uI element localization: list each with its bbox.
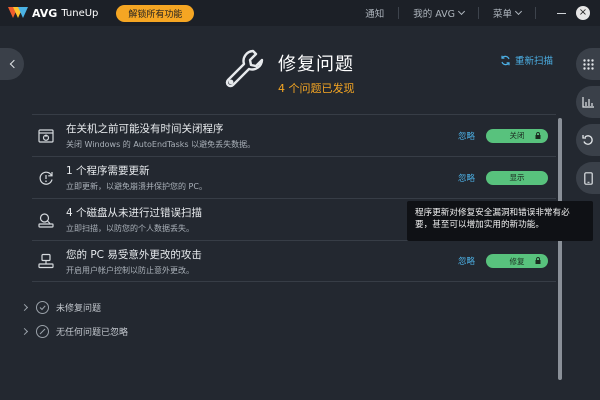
product-name: TuneUp bbox=[61, 7, 99, 19]
notifications-link[interactable]: 通知 bbox=[365, 6, 384, 20]
back-button[interactable] bbox=[0, 48, 24, 80]
rescan-label: 重新扫描 bbox=[515, 56, 554, 67]
rescue-center-button[interactable] bbox=[576, 124, 600, 156]
main-menu[interactable]: 菜单 bbox=[492, 6, 523, 20]
app-logo: AVG TuneUp bbox=[8, 7, 98, 20]
undo-icon bbox=[582, 135, 593, 145]
nav-divider bbox=[535, 7, 536, 19]
issue-text: 1 个程序需要更新 立即更新，以避免崩溃并保护您的 PC。 bbox=[66, 163, 556, 192]
disable-autoendtasks-button[interactable]: 关闭 bbox=[486, 128, 548, 143]
action-label: 修复 bbox=[509, 256, 525, 266]
menu-label: 菜单 bbox=[492, 9, 512, 20]
lock-icon bbox=[535, 257, 541, 264]
issue-title: 在关机之前可能没有时间关闭程序 bbox=[66, 123, 224, 135]
close-button[interactable]: × bbox=[572, 0, 594, 26]
issue-row: 在关机之前可能没有时间关闭程序 关闭 Windows 的 AutoEndTask… bbox=[32, 114, 556, 156]
ignored-issues-section[interactable]: 无任何问题已忽略 bbox=[20, 325, 129, 338]
tooltip: 程序更新对修复安全漏洞和错误非常有必要，甚至可以增加实用的新功能。 bbox=[407, 201, 593, 241]
scrollbar[interactable] bbox=[558, 118, 562, 380]
update-icon bbox=[39, 171, 53, 185]
issue-description: 开启用户帐户控制以防止意外更改。 bbox=[66, 265, 194, 275]
fix-uac-button[interactable]: 修复 bbox=[486, 254, 548, 268]
check-circle-icon bbox=[36, 301, 49, 314]
issue-text: 您的 PC 易受意外更改的攻击 开启用户帐户控制以防止意外更改。 bbox=[66, 247, 556, 276]
mobile-device-button[interactable] bbox=[576, 162, 600, 194]
close-icon: × bbox=[576, 6, 590, 20]
lock-icon bbox=[535, 131, 541, 139]
ignored-icon bbox=[36, 325, 49, 338]
chevron-down-icon bbox=[514, 7, 523, 16]
issues-found-count: 4 个问题已发现 bbox=[278, 82, 355, 95]
my-avg-menu[interactable]: 我的 AVG bbox=[413, 6, 466, 20]
disk-scan-icon bbox=[38, 212, 54, 228]
ignored-issues-label: 无任何问题已忽略 bbox=[56, 328, 129, 338]
issue-title: 1 个程序需要更新 bbox=[66, 165, 150, 177]
ignore-link[interactable]: 忽略 bbox=[458, 255, 475, 267]
unfixed-issues-section[interactable]: 未修复问题 bbox=[20, 301, 102, 314]
bar-chart-icon bbox=[582, 96, 594, 108]
action-label: 关闭 bbox=[509, 131, 525, 140]
action-label: 显示 bbox=[509, 173, 525, 182]
avg-logo-icon bbox=[8, 7, 28, 19]
chevron-left-icon bbox=[9, 59, 18, 69]
issue-row: 1 个程序需要更新 立即更新，以避免崩溃并保护您的 PC。 忽略 显示 bbox=[32, 156, 556, 198]
show-updates-button[interactable]: 显示 bbox=[486, 170, 548, 185]
wrench-icon bbox=[225, 49, 264, 88]
title-block: 修复问题 4 个问题已发现 bbox=[278, 50, 355, 96]
grid-icon bbox=[582, 58, 594, 70]
side-toolbar bbox=[576, 48, 600, 200]
uac-icon bbox=[38, 253, 54, 269]
ignore-link[interactable]: 忽略 bbox=[458, 130, 475, 142]
nav-divider bbox=[398, 7, 400, 19]
ignore-link[interactable]: 忽略 bbox=[458, 172, 475, 184]
minimize-icon bbox=[556, 12, 566, 14]
nav-divider bbox=[477, 7, 479, 19]
phone-icon bbox=[583, 171, 593, 185]
issues-list: 在关机之前可能没有时间关闭程序 关闭 Windows 的 AutoEndTask… bbox=[32, 114, 556, 282]
shutdown-icon bbox=[38, 128, 54, 143]
performance-stats-button[interactable] bbox=[576, 86, 600, 118]
issue-text: 在关机之前可能没有时间关闭程序 关闭 Windows 的 AutoEndTask… bbox=[66, 121, 556, 150]
chevron-right-icon bbox=[20, 303, 29, 312]
top-nav: 通知 我的 AVG 菜单 × bbox=[365, 0, 600, 26]
chevron-down-icon bbox=[457, 7, 466, 16]
issue-description: 立即更新，以避免崩溃并保护您的 PC。 bbox=[66, 182, 207, 191]
refresh-icon bbox=[501, 55, 510, 65]
my-avg-label: 我的 AVG bbox=[413, 9, 455, 20]
all-features-button[interactable] bbox=[576, 48, 600, 80]
unlock-all-features-button[interactable]: 解锁所有功能 bbox=[116, 4, 195, 22]
rescan-button[interactable]: 重新扫描 bbox=[500, 53, 553, 67]
chevron-right-icon bbox=[20, 327, 29, 336]
issue-title: 您的 PC 易受意外更改的攻击 bbox=[66, 248, 202, 261]
minimize-button[interactable] bbox=[550, 0, 572, 26]
issue-row: 您的 PC 易受意外更改的攻击 开启用户帐户控制以防止意外更改。 忽略 修复 bbox=[32, 240, 556, 282]
page-header: 修复问题 4 个问题已发现 bbox=[222, 46, 355, 96]
brand-name: AVG bbox=[32, 6, 58, 20]
page-title: 修复问题 bbox=[278, 54, 354, 75]
title-bar: AVG TuneUp 解锁所有功能 通知 我的 AVG 菜单 × bbox=[0, 0, 600, 26]
scrollbar-thumb[interactable] bbox=[558, 118, 562, 380]
issue-description: 关闭 Windows 的 AutoEndTasks 以避免丢失数据。 bbox=[66, 140, 256, 149]
unfixed-issues-label: 未修复问题 bbox=[56, 304, 102, 314]
